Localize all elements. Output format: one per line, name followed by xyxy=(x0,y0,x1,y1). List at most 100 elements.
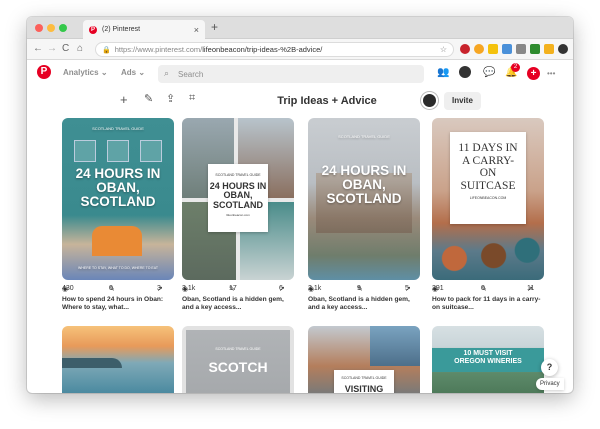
organize-icon[interactable]: ⌗ xyxy=(189,92,195,105)
clicks-count: 11 xyxy=(527,285,535,292)
pin-image[interactable]: SCOTLAND TRAVEL GUIDE 24 HOURS IN OBAN, … xyxy=(182,118,294,280)
collaborator-avatar[interactable] xyxy=(421,92,438,109)
people-icon[interactable]: 👥 xyxy=(437,67,449,78)
pin-small-label: SCOTLAND TRAVEL GUIDE xyxy=(92,126,144,131)
pin-title-line: SUITCASE xyxy=(460,179,516,192)
search-input[interactable]: ⌕ Search xyxy=(158,65,424,83)
pin-title-line: VISITING xyxy=(344,384,384,393)
pin-title-line: A CARRY- xyxy=(461,154,515,167)
tab-close-icon[interactable]: × xyxy=(194,25,199,35)
home-icon[interactable]: ⌂ xyxy=(77,43,83,54)
edit-icon[interactable]: ✎ xyxy=(144,92,153,105)
pin-description[interactable]: How to spend 24 hours in Oban: Where to … xyxy=(62,296,176,312)
pin-title-card: 11 DAYS IN A CARRY- ON SUITCASE LIFEONBE… xyxy=(450,132,526,224)
new-tab-button[interactable]: + xyxy=(211,20,218,34)
pin-footer: lifeonbeacon.com xyxy=(226,212,250,217)
pinterest-header: P Analytics ⌄ Ads ⌄ ⌕ Search 👥 💬 🔔 2 + •… xyxy=(27,60,573,89)
drive-extension-icon[interactable] xyxy=(502,44,512,54)
pin-image[interactable]: SCOTLAND TRAVEL GUIDE VISITING xyxy=(308,326,420,393)
saves-count: 430 xyxy=(62,285,74,292)
repins-count: 0 xyxy=(481,285,485,292)
lock-icon: 🔒 xyxy=(102,46,111,54)
user-avatar-icon[interactable] xyxy=(459,66,471,78)
add-icon[interactable]: + xyxy=(120,92,128,107)
pin-stats: ◉ 2.1k ✎ 9 ↗ 5 xyxy=(308,285,420,295)
clicks-count: 3 xyxy=(157,285,161,292)
saves-count: 2.1k xyxy=(308,285,322,292)
pin-title-line: 24 HOURS IN xyxy=(75,166,161,181)
messages-icon[interactable]: 💬 xyxy=(483,67,495,78)
pin-small-label: SCOTLAND TRAVEL GUIDE xyxy=(341,376,387,380)
chevron-down-icon: ⌄ xyxy=(138,68,146,77)
pin-title: 24 HOURS IN OBAN, SCOTLAND xyxy=(62,166,174,210)
browser-toolbar: ← → C ⌂ 🔒 https://www.pinterest.com/ lif… xyxy=(27,39,573,60)
help-button[interactable]: ? xyxy=(541,359,558,376)
pin-title-card: SCOTLAND TRAVEL GUIDE SCOTCH xyxy=(186,330,290,393)
window-frame xyxy=(140,140,162,162)
analytics-label: Analytics xyxy=(63,68,99,77)
pin-small-label: SCOTLAND TRAVEL GUIDE xyxy=(215,173,261,177)
more-options-icon[interactable]: ••• xyxy=(547,69,555,78)
profile-icon[interactable] xyxy=(558,44,568,54)
pin-footer: WHERE TO STAY, WHAT TO DO, WHERE TO EAT xyxy=(78,266,158,270)
bookmark-star-icon[interactable]: ☆ xyxy=(440,45,447,54)
address-bar[interactable]: 🔒 https://www.pinterest.com/ lifeonbeaco… xyxy=(95,42,454,57)
pin-description[interactable]: Oban, Scotland is a hidden gem, and a ke… xyxy=(182,296,296,312)
maximize-window-icon[interactable] xyxy=(59,24,67,32)
pin-image[interactable]: 10 MUST VISIT OREGON WINERIES xyxy=(432,326,544,393)
pin-title-line: ON xyxy=(479,167,497,180)
pin-stats: ◉ 291 ✎ 0 ↗ 11 xyxy=(432,285,544,295)
pin-title-line: OREGON WINERIES xyxy=(454,358,522,366)
pin-title-line: 10 MUST VISIT xyxy=(463,350,513,357)
share-icon[interactable]: ⇪ xyxy=(166,92,175,105)
pin-title: 24 HOURS IN OBAN, SCOTLAND xyxy=(308,163,420,207)
clicks-count: 5 xyxy=(405,285,409,292)
analytics-menu[interactable]: Analytics ⌄ xyxy=(63,68,108,77)
privacy-link[interactable]: Privacy xyxy=(536,378,564,390)
search-placeholder: Search xyxy=(178,69,204,79)
evernote-extension-icon[interactable] xyxy=(530,44,540,54)
pin-title-line: OBAN, xyxy=(342,177,386,193)
ads-label: Ads xyxy=(121,68,137,77)
forward-icon[interactable]: → xyxy=(47,43,57,54)
pinterest-logo-icon[interactable]: P xyxy=(37,65,51,79)
pin-stats: ◉ 3.1k ✎ 17 ↗ 6 xyxy=(182,285,294,295)
pin-image[interactable]: SCOTLAND TRAVEL GUIDE 24 HOURS IN OBAN, … xyxy=(308,118,420,280)
browser-titlebar: P (2) Pinterest × + xyxy=(27,17,573,39)
notes-extension-icon[interactable] xyxy=(488,44,498,54)
pin-description[interactable]: How to pack for 11 days in a carry-on su… xyxy=(432,296,546,312)
pin-title-line: SCOTCH xyxy=(208,359,268,375)
person-photo xyxy=(370,326,420,366)
board-title: Trip Ideas + Advice xyxy=(277,95,377,107)
pin-footer: LIFEONBEACON.COM xyxy=(469,195,507,200)
pin-title-line: SCOTLAND xyxy=(326,191,402,207)
back-icon[interactable]: ← xyxy=(33,43,43,54)
pin-title-line: SCOTLAND xyxy=(213,199,263,210)
pin-small-label: SCOTLAND TRAVEL GUIDE xyxy=(215,347,261,351)
pin-title-line: 11 DAYS IN xyxy=(458,142,518,154)
saves-count: 291 xyxy=(432,285,444,292)
invite-button[interactable]: Invite xyxy=(444,92,481,110)
minimize-window-icon[interactable] xyxy=(47,24,55,32)
tag-extension-icon[interactable] xyxy=(544,44,554,54)
create-pin-button[interactable]: + xyxy=(527,67,540,80)
reload-icon[interactable]: C xyxy=(62,43,69,54)
honey-extension-icon[interactable] xyxy=(474,44,484,54)
pin-image[interactable] xyxy=(62,326,174,393)
repins-count: 0 xyxy=(109,285,113,292)
packed-items xyxy=(432,226,544,280)
pin-image[interactable]: SCOTLAND TRAVEL GUIDE SCOTCH xyxy=(182,326,294,393)
extension-icon[interactable] xyxy=(516,44,526,54)
pin-stats: ◉ 430 ✎ 0 ↗ 3 xyxy=(62,285,174,295)
chevron-down-icon: ⌄ xyxy=(100,68,108,77)
saves-count: 3.1k xyxy=(182,285,196,292)
pin-image[interactable]: SCOTLAND TRAVEL GUIDE 24 HOURS IN OBAN, … xyxy=(62,118,174,280)
pin-description[interactable]: Oban, Scotland is a hidden gem, and a ke… xyxy=(308,296,422,312)
ads-menu[interactable]: Ads ⌄ xyxy=(121,68,145,77)
pinterest-extension-icon[interactable] xyxy=(460,44,470,54)
browser-tab[interactable]: P (2) Pinterest × xyxy=(83,20,205,39)
window-frame xyxy=(107,140,129,162)
pin-title-card: SCOTLAND TRAVEL GUIDE 24 HOURS IN OBAN, … xyxy=(208,164,268,232)
pin-image[interactable]: 11 DAYS IN A CARRY- ON SUITCASE LIFEONBE… xyxy=(432,118,544,280)
close-window-icon[interactable] xyxy=(35,24,43,32)
